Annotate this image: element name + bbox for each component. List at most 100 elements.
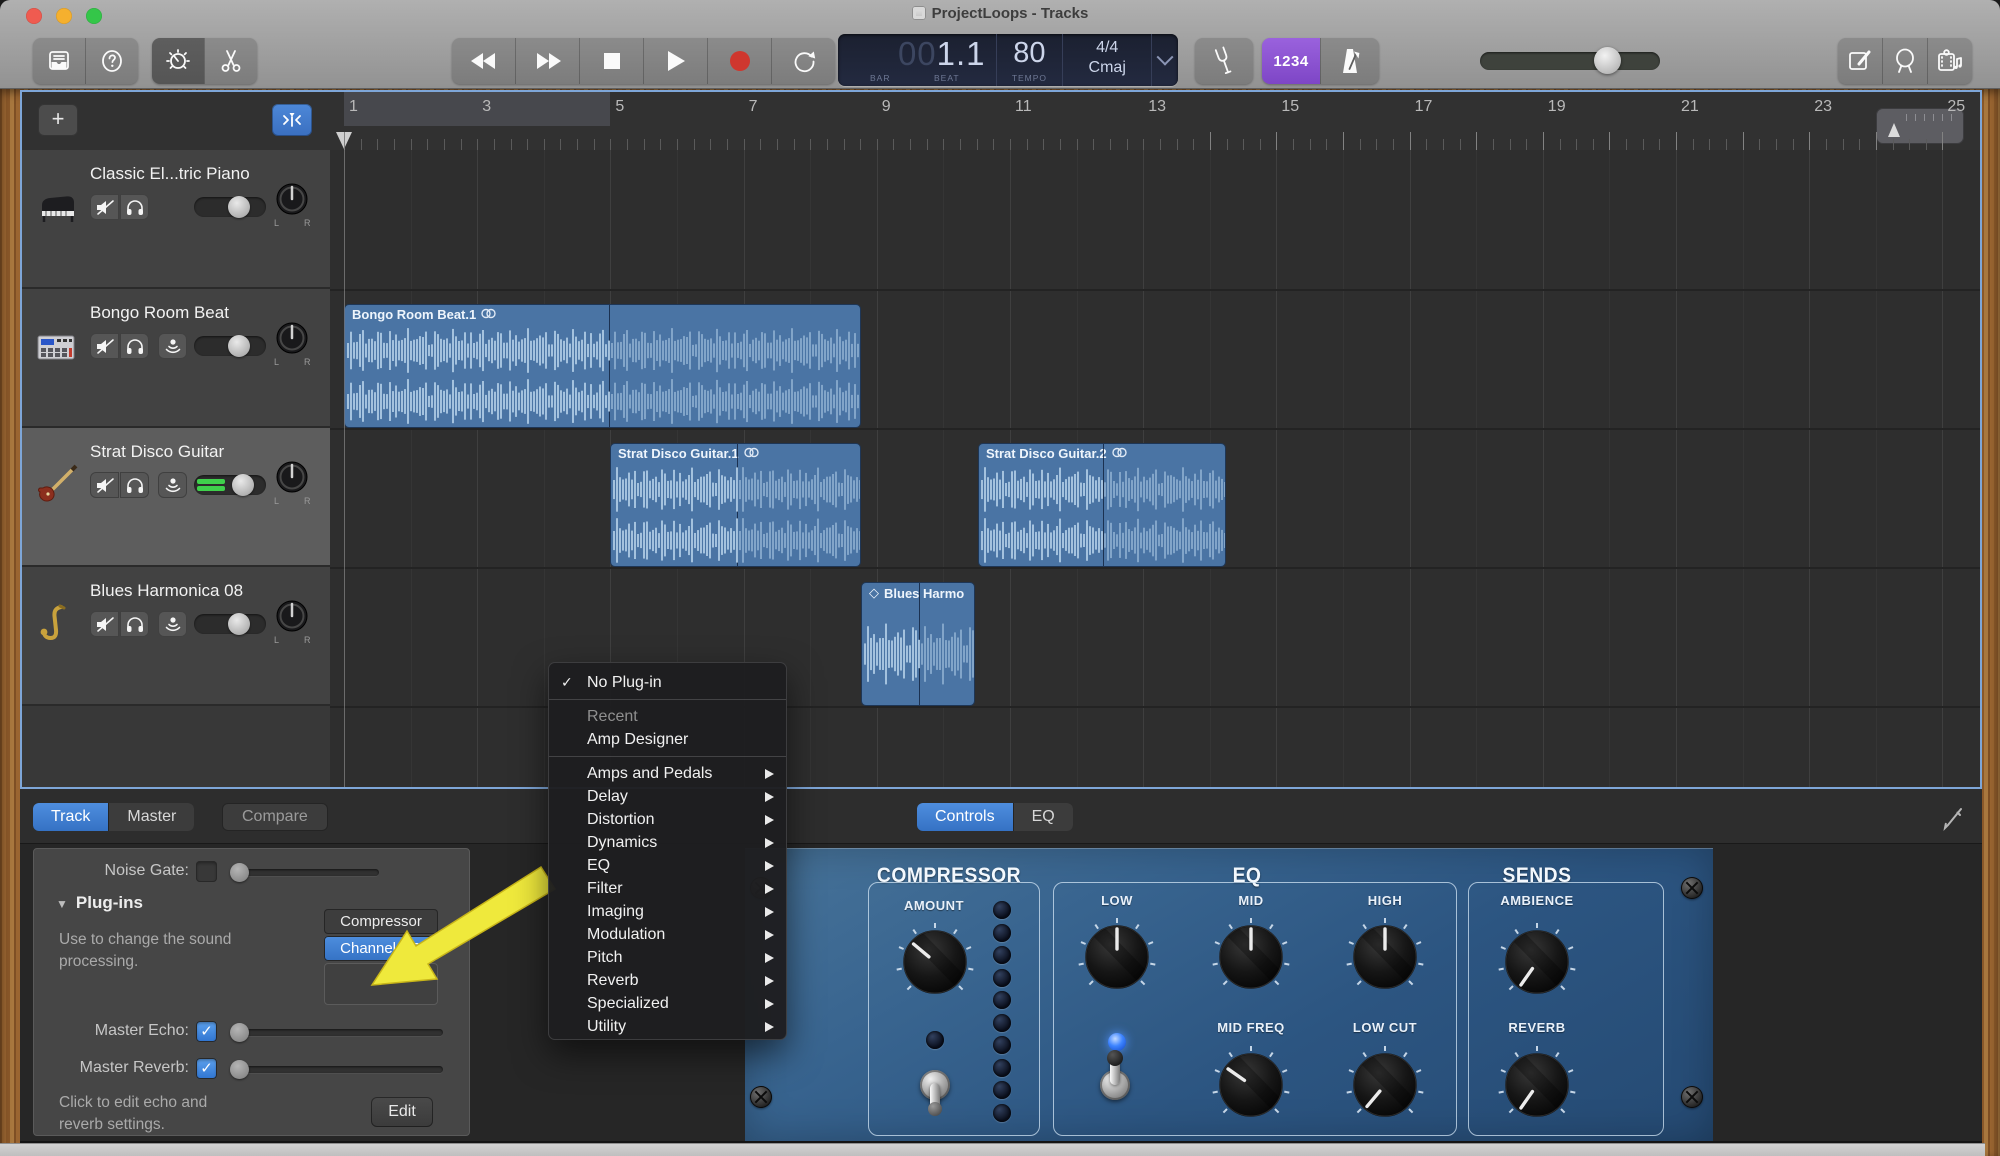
track-volume-slider[interactable] bbox=[194, 475, 266, 495]
metronome-button[interactable] bbox=[1320, 38, 1379, 84]
eq-toggle-switch[interactable] bbox=[1093, 1044, 1137, 1116]
compare-button[interactable]: Compare bbox=[222, 803, 328, 831]
pan-knob[interactable] bbox=[275, 321, 309, 355]
menu-item[interactable]: Utility bbox=[549, 1015, 786, 1038]
pan-knob[interactable] bbox=[275, 460, 309, 494]
smart-controls-button[interactable] bbox=[152, 38, 204, 84]
quick-help-button[interactable] bbox=[85, 38, 138, 84]
lcd-position-cell[interactable]: 001.1 BAR BEAT bbox=[838, 34, 996, 86]
amount-knob[interactable] bbox=[895, 922, 975, 1002]
mid-freq-knob[interactable] bbox=[1211, 1045, 1291, 1125]
edit-button[interactable]: Edit bbox=[371, 1097, 433, 1127]
lcd-display[interactable]: 001.1 BAR BEAT 80 TEMPO 4/4 Cmaj bbox=[838, 34, 1178, 86]
input-monitoring-button[interactable] bbox=[158, 333, 187, 359]
ambience-knob[interactable] bbox=[1497, 922, 1577, 1002]
menu-item[interactable]: EQ bbox=[549, 854, 786, 877]
mid-knob[interactable] bbox=[1211, 917, 1291, 997]
cycle-button[interactable] bbox=[771, 38, 835, 84]
play-button[interactable] bbox=[643, 38, 707, 84]
menu-item[interactable]: Distortion bbox=[549, 808, 786, 831]
solo-headphones-button[interactable] bbox=[120, 472, 149, 498]
editors-scissors-button[interactable] bbox=[204, 38, 257, 84]
mute-button[interactable] bbox=[90, 194, 119, 220]
master-reverb-checkbox[interactable]: ✓ bbox=[196, 1058, 217, 1079]
lcd-tempo-cell[interactable]: 80 TEMPO bbox=[996, 34, 1063, 86]
reverb-knob[interactable] bbox=[1497, 1045, 1577, 1125]
track-volume-slider[interactable] bbox=[194, 614, 266, 634]
high-knob[interactable] bbox=[1345, 917, 1425, 997]
media-browser-button[interactable] bbox=[1927, 38, 1972, 84]
rewind-button[interactable] bbox=[452, 38, 515, 84]
solo-headphones-button[interactable] bbox=[120, 333, 149, 359]
tab-controls[interactable]: Controls bbox=[917, 803, 1013, 831]
solo-headphones-button[interactable] bbox=[120, 194, 149, 220]
menu-item[interactable]: Dynamics bbox=[549, 831, 786, 854]
noise-gate-checkbox[interactable] bbox=[196, 861, 217, 882]
tab-master[interactable]: Master bbox=[108, 803, 194, 831]
track-header-drum-machine[interactable]: Bongo Room BeatLR bbox=[22, 289, 330, 428]
lcd-key-cell[interactable]: 4/4 Cmaj bbox=[1062, 34, 1151, 86]
plugin-slot-compressor[interactable]: Compressor bbox=[324, 909, 438, 934]
horizontal-scrollbar[interactable] bbox=[0, 1143, 1985, 1156]
catch-playhead-button[interactable] bbox=[272, 104, 312, 136]
master-reverb-slider-knob[interactable] bbox=[230, 1060, 249, 1079]
menu-item[interactable]: Delay bbox=[549, 785, 786, 808]
mute-button[interactable] bbox=[90, 333, 119, 359]
patch-edit-button[interactable] bbox=[1940, 805, 1966, 831]
audio-region[interactable]: Strat Disco Guitar.2 bbox=[978, 443, 1226, 567]
track-header-electric-guitar[interactable]: Strat Disco GuitarLR bbox=[22, 428, 330, 567]
master-echo-slider[interactable] bbox=[233, 1029, 443, 1036]
add-track-button[interactable]: + bbox=[38, 104, 78, 136]
volume-knob[interactable] bbox=[1594, 47, 1621, 74]
menu-item[interactable]: Specialized bbox=[549, 992, 786, 1015]
noise-gate-slider[interactable] bbox=[233, 869, 379, 876]
tab-track[interactable]: Track bbox=[33, 803, 108, 831]
master-echo-checkbox[interactable]: ✓ bbox=[196, 1021, 217, 1042]
note-pad-button[interactable] bbox=[1838, 38, 1882, 84]
noise-gate-slider-knob[interactable] bbox=[230, 863, 249, 882]
menu-item[interactable]: Reverb bbox=[549, 969, 786, 992]
low-knob[interactable] bbox=[1077, 917, 1157, 997]
loop-browser-button[interactable] bbox=[1882, 38, 1927, 84]
timeline-ruler[interactable]: + 135791113151719212325 bbox=[22, 92, 1980, 151]
menu-item[interactable]: Pitch bbox=[549, 946, 786, 969]
pan-knob[interactable] bbox=[275, 182, 309, 216]
audio-region[interactable]: Bongo Room Beat.1 bbox=[344, 304, 861, 428]
menu-item[interactable]: No Plug-in✓ bbox=[549, 671, 786, 694]
master-echo-slider-knob[interactable] bbox=[230, 1023, 249, 1042]
track-header-harmonica[interactable]: Blues Harmonica 08LR bbox=[22, 567, 330, 706]
track-volume-knob[interactable] bbox=[228, 196, 250, 218]
track-header-piano[interactable]: Classic El...tric PianoLR bbox=[22, 150, 330, 289]
tab-eq[interactable]: EQ bbox=[1013, 803, 1073, 831]
track-volume-slider[interactable] bbox=[194, 336, 266, 356]
mute-button[interactable] bbox=[90, 611, 119, 637]
audio-region[interactable]: ◇Blues Harmo bbox=[861, 582, 975, 706]
tuner-button[interactable] bbox=[1195, 38, 1253, 84]
count-in-button[interactable]: 1234 bbox=[1262, 38, 1320, 84]
fast-forward-button[interactable] bbox=[515, 38, 579, 84]
library-button[interactable] bbox=[33, 38, 85, 84]
track-volume-slider[interactable] bbox=[194, 197, 266, 217]
plugin-slot-channel-eq[interactable]: Channel EQ bbox=[324, 936, 438, 961]
zoom-handle-icon[interactable] bbox=[1888, 123, 1900, 137]
low-cut-knob[interactable] bbox=[1345, 1045, 1425, 1125]
master-volume-slider[interactable] bbox=[1480, 52, 1660, 70]
menu-item[interactable]: Amp Designer bbox=[549, 728, 786, 751]
mute-button[interactable] bbox=[90, 472, 119, 498]
solo-headphones-button[interactable] bbox=[120, 611, 149, 637]
track-volume-knob[interactable] bbox=[232, 474, 254, 496]
menu-item[interactable]: Imaging bbox=[549, 900, 786, 923]
input-monitoring-button[interactable] bbox=[158, 472, 187, 498]
menu-item[interactable]: Amps and Pedals bbox=[549, 762, 786, 785]
plugin-slot-empty[interactable] bbox=[324, 963, 438, 1005]
disclosure-triangle-icon[interactable]: ▼ bbox=[56, 897, 68, 911]
stop-button[interactable] bbox=[579, 38, 643, 84]
plugins-section-header[interactable]: ▼Plug-ins bbox=[56, 893, 143, 913]
input-monitoring-button[interactable] bbox=[158, 611, 187, 637]
audio-region[interactable]: Strat Disco Guitar.1 bbox=[610, 443, 861, 567]
compressor-toggle-switch[interactable] bbox=[913, 1044, 957, 1116]
menu-item[interactable]: Modulation bbox=[549, 923, 786, 946]
pan-knob[interactable] bbox=[275, 599, 309, 633]
track-volume-knob[interactable] bbox=[228, 613, 250, 635]
lcd-display-mode-button[interactable] bbox=[1151, 34, 1178, 86]
